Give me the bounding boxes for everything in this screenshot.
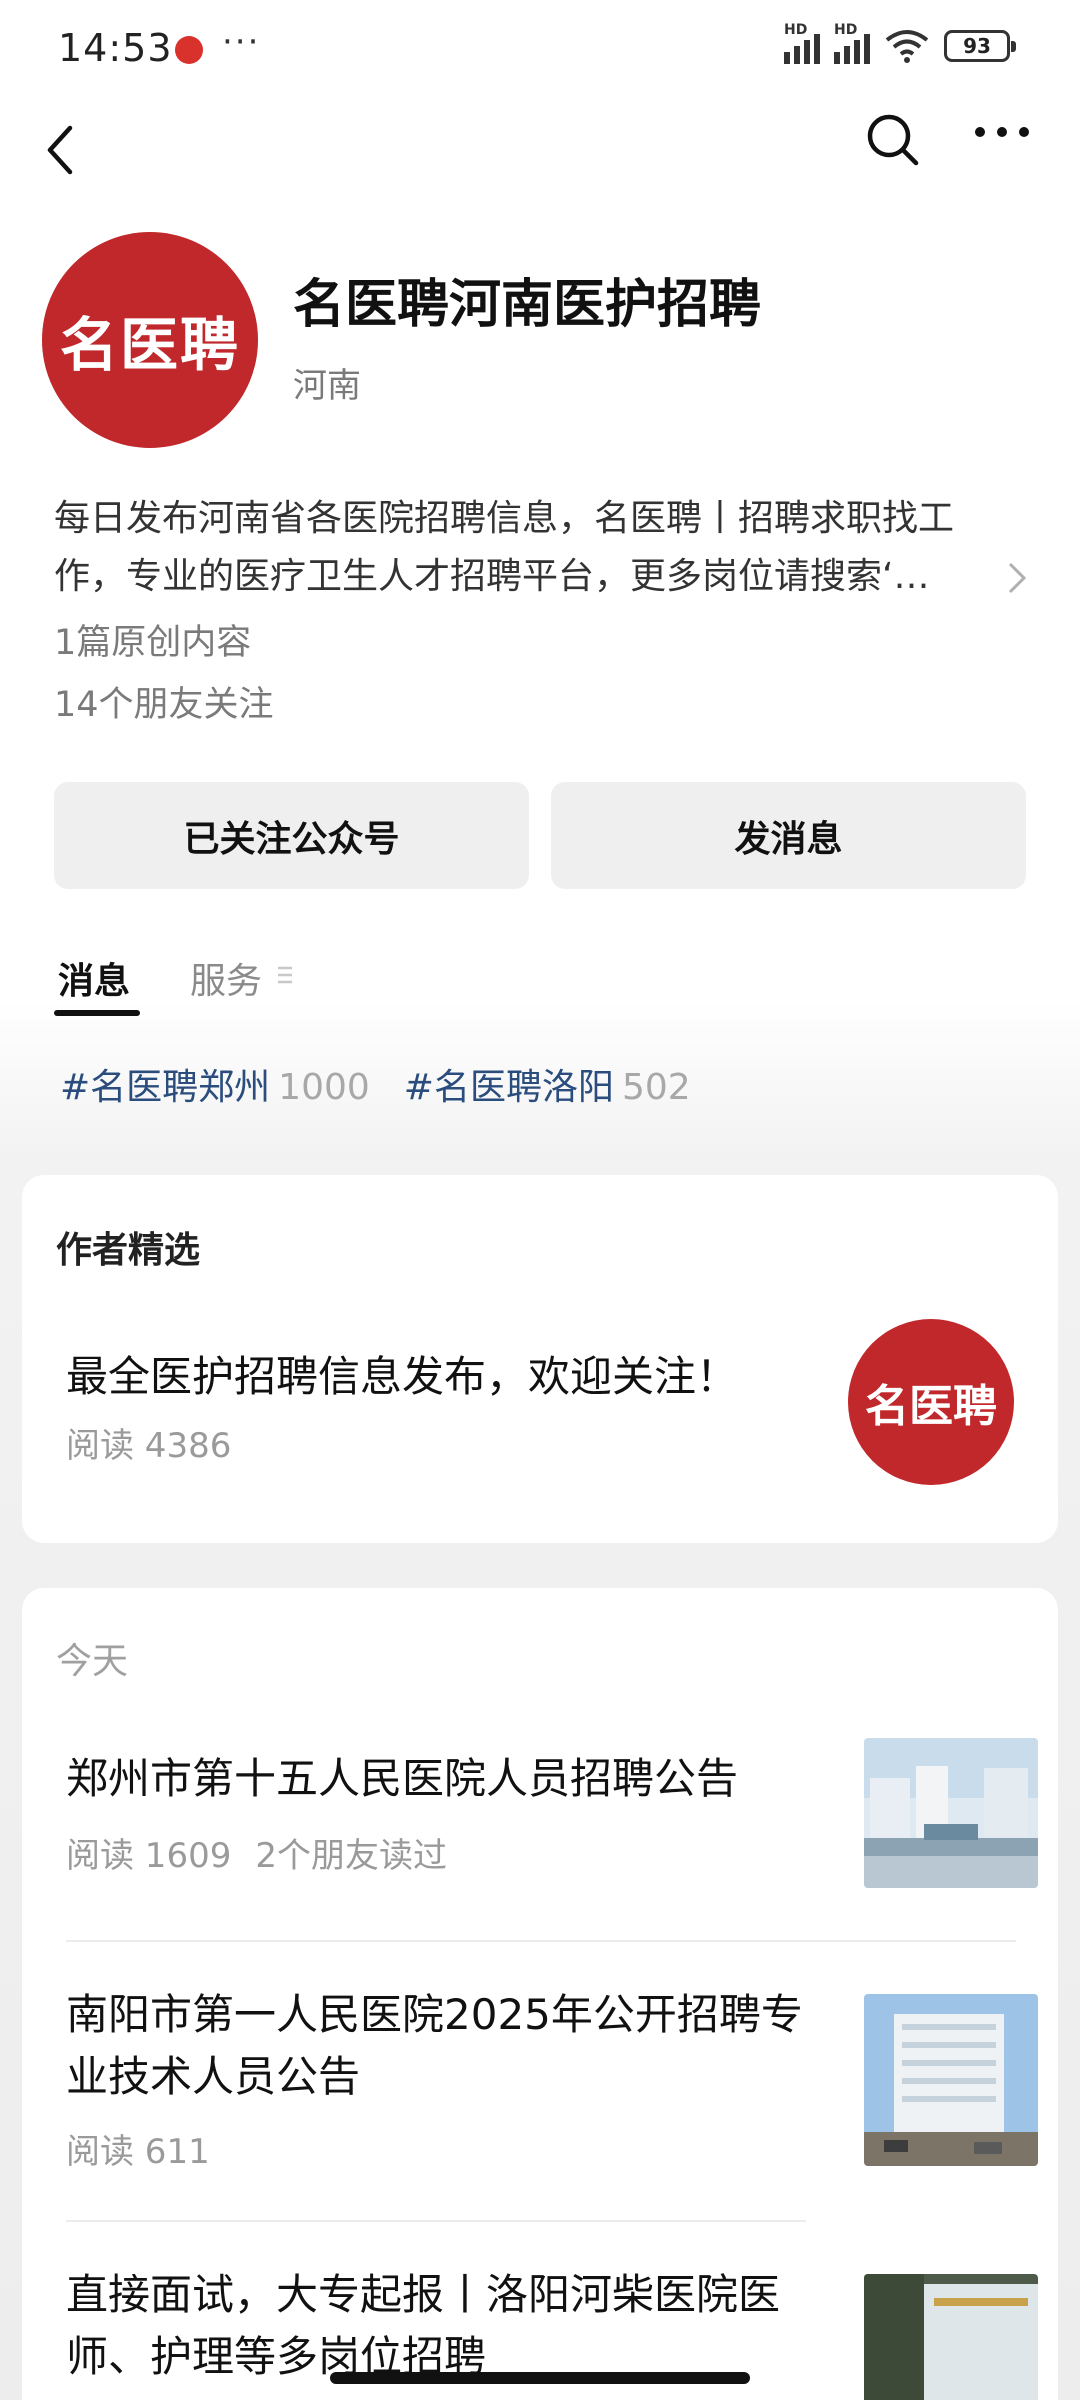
home-indicator[interactable] [330, 2372, 750, 2384]
hashtag-name: #名医聘郑州 [60, 1067, 271, 1108]
account-region: 河南 [293, 366, 361, 406]
hospital-thumbnail-image [864, 2274, 1038, 2400]
tab-services[interactable]: 服务 [190, 952, 262, 1004]
article-item[interactable]: 郑州市第十五人民医院人员招聘公告 阅读 1609 2个朋友读过 [66, 1738, 1038, 1908]
status-time: 14:53 [58, 26, 173, 70]
article-meta: 阅读 611 [66, 2124, 210, 2173]
article-reads: 阅读 611 [66, 2132, 210, 2172]
day-label: 今天 [56, 1641, 129, 1682]
back-icon[interactable] [32, 120, 92, 180]
article-meta: 阅读 1609 2个朋友读过 [66, 1828, 447, 1877]
account-description[interactable]: 每日发布河南省各医院招聘信息，名医聘丨招聘求职找工作，专业的医疗卫生人才招聘平台… [54, 490, 1014, 606]
divider [66, 2220, 806, 2222]
hashtag-item[interactable]: #名医聘郑州 1000 [60, 1058, 370, 1110]
page: 14:53 ··· HD HD 93 名医聘 名医聘河南医护招聘 河南 每日发布… [0, 0, 1080, 2400]
hashtag-name: #名医聘洛阳 [403, 1067, 614, 1108]
featured-card: 作者精选 最全医护招聘信息发布，欢迎关注！ 阅读 4386 名医聘 [22, 1175, 1058, 1543]
featured-article-thumbnail[interactable]: 名医聘 [848, 1319, 1014, 1485]
featured-article-title[interactable]: 最全医护招聘信息发布，欢迎关注！ [66, 1343, 738, 1404]
signal-hd-label-2: HD [834, 22, 858, 38]
follow-button[interactable]: 已关注公众号 [54, 782, 529, 889]
wifi-icon [885, 30, 929, 63]
account-name: 名医聘河南医护招聘 [293, 275, 762, 335]
hashtag-list: #名医聘郑州 1000 #名医聘洛阳 502 [60, 1058, 691, 1110]
article-title: 直接面试，大专起报丨洛阳河柴医院医师、护理等多岗位招聘 [66, 2270, 781, 2381]
search-icon[interactable] [865, 112, 921, 168]
original-content-count: 1篇原创内容 [54, 623, 252, 663]
hashtag-item[interactable]: #名医聘洛阳 502 [404, 1058, 691, 1110]
signal-icon-2: HD [834, 22, 870, 64]
signal-icon: HD [784, 22, 820, 64]
divider [66, 1940, 1016, 1942]
signal-hd-label: HD [784, 22, 808, 38]
article-list-card: 今天 郑州市第十五人民医院人员招聘公告 阅读 1609 2个朋友读过 南阳市第一人… [22, 1588, 1058, 2400]
status-icons: HD HD 93 [784, 22, 1016, 64]
hashtag-count: 1000 [278, 1067, 370, 1108]
send-message-button[interactable]: 发消息 [551, 782, 1026, 889]
article-title: 郑州市第十五人民医院人员招聘公告 [66, 1754, 739, 1803]
more-notifications-icon: ··· [222, 22, 261, 62]
article-reads: 阅读 1609 [66, 1836, 232, 1876]
article-item[interactable]: 南阳市第一人民医院2025年公开招聘专业技术人员公告 阅读 611 [66, 1984, 1038, 2184]
featured-section-title: 作者精选 [56, 1230, 201, 1271]
hospital-thumbnail-image [864, 1738, 1038, 1888]
featured-article-reads: 阅读 4386 [66, 1426, 232, 1466]
article-title: 南阳市第一人民医院2025年公开招聘专业技术人员公告 [66, 1990, 803, 2101]
tab-messages[interactable]: 消息 [58, 952, 130, 1004]
account-avatar[interactable]: 名医聘 [42, 232, 258, 448]
chevron-right-icon[interactable] [1002, 558, 1032, 598]
app-notification-icon [175, 36, 203, 64]
status-bar: 14:53 ··· HD HD 93 [0, 0, 1080, 96]
hospital-thumbnail-image [864, 1994, 1038, 2166]
hashtag-count: 502 [621, 1067, 691, 1108]
friends-follow-count: 14个朋友关注 [54, 685, 274, 725]
more-options-icon[interactable] [972, 112, 1032, 152]
tab-active-indicator [54, 1010, 140, 1016]
battery-icon: 93 [944, 30, 1016, 62]
article-friends-read: 2个朋友读过 [255, 1836, 447, 1876]
menu-icon [278, 966, 292, 984]
